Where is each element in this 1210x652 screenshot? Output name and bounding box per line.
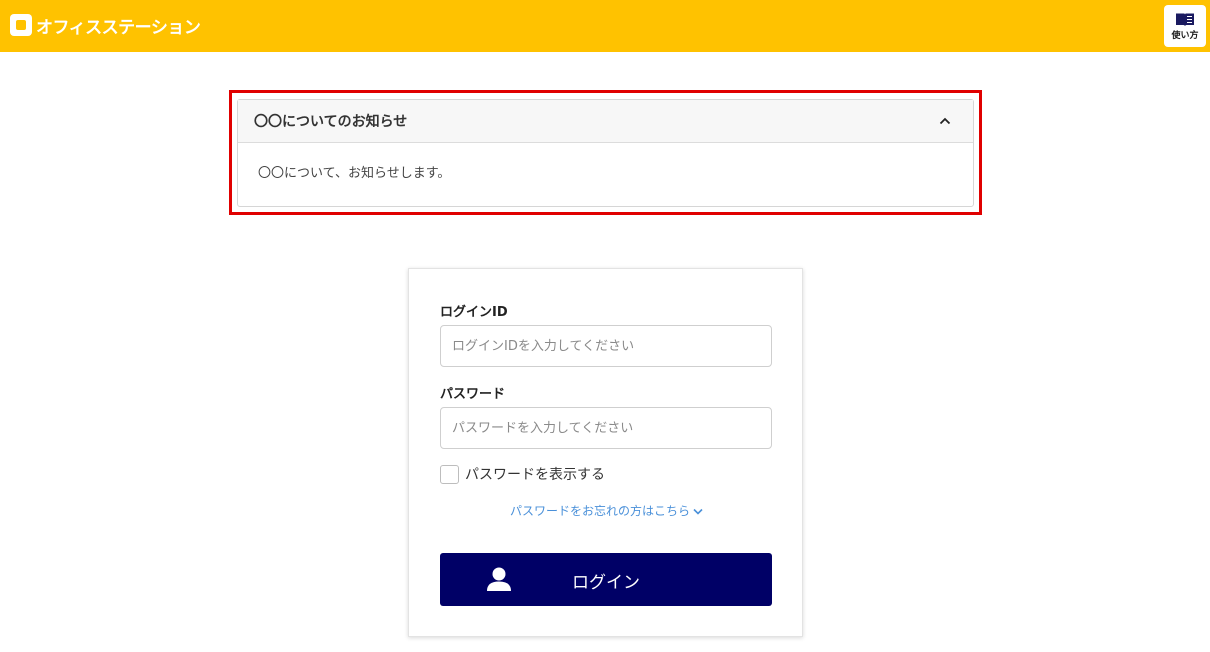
brand-logo[interactable]: オフィスステーション [10,13,201,38]
login-id-label: ログインID [440,305,508,320]
show-password-checkbox[interactable] [440,464,459,484]
login-button[interactable]: ログイン [440,553,772,606]
help-label: 使い方 [1171,30,1199,41]
notice-body: 〇〇について、お知らせします。 [258,166,451,181]
logo-icon [10,14,32,36]
forgot-password-text: パスワードをお忘れの方はこちら [509,504,690,518]
password-label: パスワード [440,387,506,402]
app-header: オフィスステーション 使い方 [0,0,1210,52]
chevron-down-icon [693,508,703,515]
show-password-toggle[interactable]: パスワードを表示する [440,464,605,484]
notice-header[interactable]: 〇〇についてのお知らせ [238,100,973,143]
password-input[interactable] [440,407,772,449]
forgot-password-link[interactable]: パスワードをお忘れの方はこちら [409,502,804,519]
show-password-label: パスワードを表示する [465,467,605,483]
notice-panel: 〇〇についてのお知らせ 〇〇について、お知らせします。 [237,99,974,207]
brand-name: オフィスステーション [36,17,201,38]
chevron-up-icon[interactable] [939,117,951,125]
notice-title: 〇〇についてのお知らせ [254,114,408,130]
login-form: ログインID パスワード パスワードを表示する パスワードをお忘れの方はこちら … [408,268,803,637]
login-id-input[interactable] [440,325,772,367]
book-icon [1176,13,1194,26]
help-button[interactable]: 使い方 [1164,5,1206,47]
login-button-label: ログイン [572,573,640,593]
